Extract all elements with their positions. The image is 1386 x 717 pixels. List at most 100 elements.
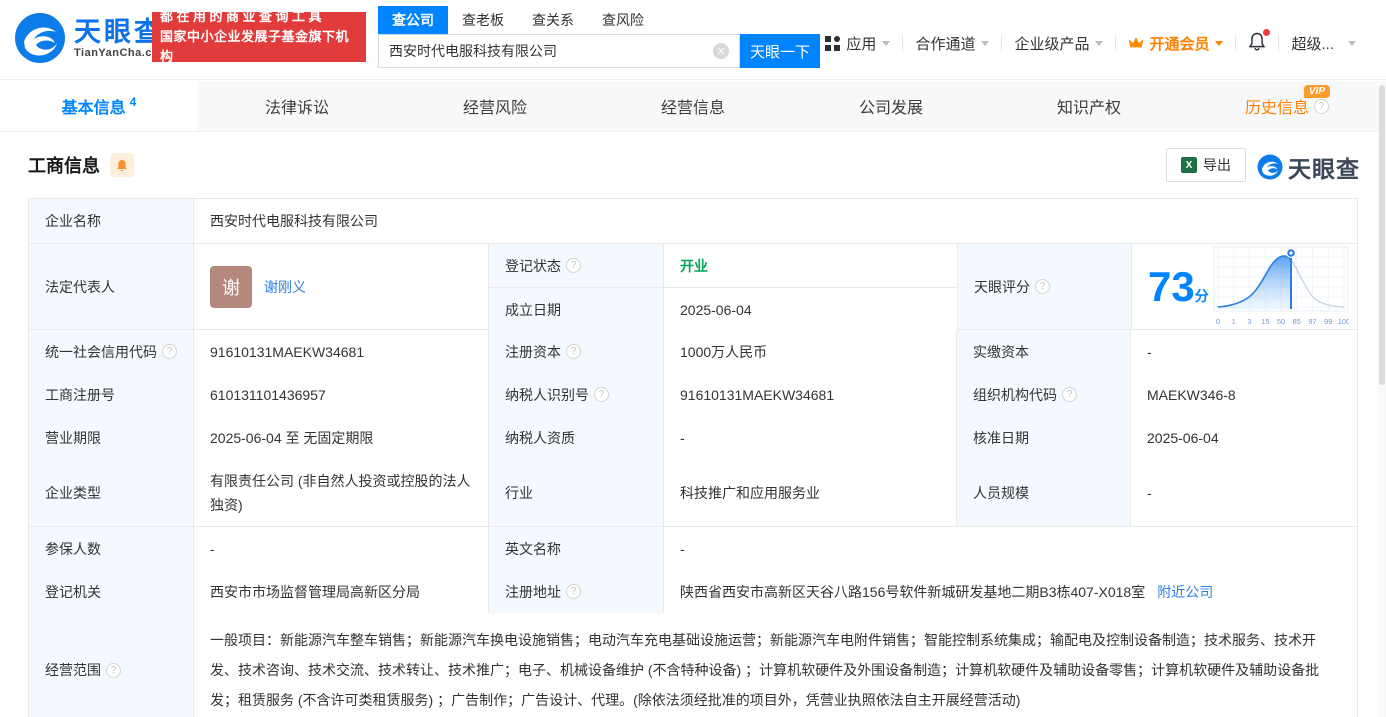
table-row: 经营范围 ? 一般项目：新能源汽车整车销售；新能源汽车换电设施销售；电动汽车充电… bbox=[29, 613, 1357, 717]
reg-address-value: 陕西省西安市高新区天谷八路156号软件新城研发基地二期B3栋407-X018室 … bbox=[664, 570, 1357, 613]
tianyancha-page: 天眼查 TianYanCha.com 都在用的商业查询工具 国家中小企业发展子基… bbox=[0, 0, 1386, 717]
tab-business-info[interactable]: 经营信息 bbox=[594, 81, 792, 131]
help-icon[interactable]: ? bbox=[1035, 279, 1050, 294]
section-header: 工商信息 X 导出 天眼查 bbox=[0, 132, 1386, 198]
credit-code-value: 91610131MAEKW34681 bbox=[194, 330, 489, 373]
reg-authority-value: 西安市市场监督管理局高新区分局 bbox=[194, 570, 489, 613]
nav-apps[interactable]: 应用 bbox=[813, 33, 902, 54]
help-icon[interactable]: ? bbox=[566, 344, 581, 359]
score-label: 天眼评分 ? bbox=[958, 244, 1132, 329]
business-info-table: 企业名称 西安时代电服科技有限公司 法定代表人 谢 谢刚义 登记状态 ? 开业 … bbox=[28, 198, 1358, 717]
nav-vip-label: 开通会员 bbox=[1149, 35, 1210, 53]
table-row: 登记机关 西安市市场监督管理局高新区分局 注册地址 ? 陕西省西安市高新区天谷八… bbox=[29, 570, 1357, 613]
taxpayer-id-label: 纳税人识别号 ? bbox=[489, 373, 664, 416]
help-icon[interactable]: ? bbox=[566, 584, 581, 599]
table-row: 法定代表人 谢 谢刚义 登记状态 ? 开业 成立日期 2025-06-04 天眼… bbox=[29, 244, 1357, 331]
table-row: 统一社会信用代码 ? 91610131MAEKW34681 注册资本 ? 100… bbox=[29, 330, 1357, 373]
search-tab-boss[interactable]: 查老板 bbox=[448, 6, 518, 34]
export-label: 导出 bbox=[1203, 157, 1231, 173]
vip-badge: VIP bbox=[1303, 85, 1330, 98]
table-row: 登记状态 ? 开业 bbox=[489, 244, 957, 288]
excel-icon: X bbox=[1181, 157, 1197, 173]
tab-count-badge: 4 bbox=[129, 95, 137, 109]
taxpayer-quality-value: - bbox=[664, 416, 957, 459]
industry-value: 科技推广和应用服务业 bbox=[664, 459, 957, 526]
tab-basic-info[interactable]: 基本信息 4 bbox=[0, 81, 198, 131]
tab-business-risk[interactable]: 经营风险 bbox=[396, 81, 594, 131]
nav-partner[interactable]: 合作通道 bbox=[903, 33, 1001, 54]
tab-intellectual-property[interactable]: 知识产权 bbox=[990, 81, 1188, 131]
tab-label: 经营信息 bbox=[660, 100, 725, 117]
industry-label: 行业 bbox=[489, 459, 664, 526]
svg-text:1: 1 bbox=[1232, 317, 1236, 326]
label-text: 登记状态 bbox=[505, 257, 561, 274]
help-icon[interactable]: ? bbox=[162, 344, 177, 359]
nav-vip-upgrade[interactable]: 开通会员 bbox=[1116, 33, 1235, 54]
export-button[interactable]: X 导出 bbox=[1166, 148, 1246, 182]
search-box: ✕ 天眼一下 bbox=[378, 34, 820, 68]
top-nav: 应用 合作通道 企业级产品 开通会员 超级... bbox=[813, 26, 1368, 60]
notification-bell-icon[interactable] bbox=[1236, 29, 1278, 54]
company-type-label: 企业类型 bbox=[29, 459, 194, 526]
monitor-bell-icon[interactable] bbox=[110, 153, 134, 177]
nearby-companies-link[interactable]: 附近公司 bbox=[1157, 582, 1213, 602]
paid-capital-value: - bbox=[1131, 330, 1357, 373]
label-text: 天眼评分 bbox=[974, 278, 1030, 295]
credit-code-label: 统一社会信用代码 ? bbox=[29, 330, 194, 373]
table-row: 参保人数 - 英文名称 - bbox=[29, 527, 1357, 570]
table-row: 成立日期 2025-06-04 bbox=[489, 288, 957, 331]
scrollbar-thumb[interactable] bbox=[1379, 85, 1385, 385]
search-input-wrap: ✕ bbox=[378, 34, 740, 68]
search-tab-relation[interactable]: 查关系 bbox=[518, 6, 588, 34]
search-tabs: 查公司 查老板 查关系 查风险 bbox=[378, 6, 820, 34]
tianyancha-logo[interactable]: 天眼查 TianYanCha.com bbox=[14, 12, 169, 64]
help-icon[interactable]: ? bbox=[1314, 98, 1329, 114]
slogan-line1: 都在用的商业查询工具 bbox=[160, 9, 326, 24]
nav-super-vip[interactable]: 超级... bbox=[1279, 33, 1368, 54]
search-tab-company[interactable]: 查公司 bbox=[378, 6, 448, 34]
help-icon[interactable]: ? bbox=[106, 662, 121, 678]
score-distribution-chart[interactable]: 0 1 3 15 50 85 97 99 100 bbox=[1213, 245, 1349, 329]
chevron-down-icon bbox=[1095, 40, 1104, 46]
detail-tabs: 基本信息 4 法律诉讼 经营风险 经营信息 公司发展 知识产权 VIP 历史信息… bbox=[0, 81, 1386, 132]
tab-legal-lawsuits[interactable]: 法律诉讼 bbox=[198, 81, 396, 131]
search-input[interactable] bbox=[389, 43, 713, 59]
reg-capital-value: 1000万人民币 bbox=[664, 330, 957, 373]
legal-rep-label: 法定代表人 bbox=[29, 244, 194, 329]
reg-capital-label: 注册资本 ? bbox=[489, 330, 664, 373]
reg-authority-label: 登记机关 bbox=[29, 570, 194, 613]
tab-label: 公司发展 bbox=[858, 100, 923, 117]
taxpayer-quality-label: 纳税人资质 bbox=[489, 416, 664, 459]
nav-enterprise[interactable]: 企业级产品 bbox=[1002, 33, 1115, 54]
svg-text:100: 100 bbox=[1338, 317, 1349, 326]
help-icon[interactable]: ? bbox=[1062, 387, 1077, 402]
svg-text:0: 0 bbox=[1216, 317, 1220, 326]
taxpayer-id-value: 91610131MAEKW34681 bbox=[664, 373, 957, 416]
clear-search-icon[interactable]: ✕ bbox=[713, 43, 729, 59]
scrollbar[interactable] bbox=[1378, 81, 1386, 717]
table-row: 工商注册号 610131101436957 纳税人识别号 ? 91610131M… bbox=[29, 373, 1357, 416]
svg-text:85: 85 bbox=[1293, 317, 1301, 326]
search-area: 查公司 查老板 查关系 查风险 ✕ 天眼一下 bbox=[378, 6, 820, 68]
tab-history-info[interactable]: VIP 历史信息 ? bbox=[1188, 81, 1386, 131]
label-text: 组织机构代码 bbox=[973, 386, 1057, 403]
business-term-label: 营业期限 bbox=[29, 416, 194, 459]
tab-label: 基本信息 bbox=[61, 100, 126, 117]
slogan-line2: 国家中小企业发展子基金旗下机构 bbox=[160, 29, 350, 64]
legal-rep-link[interactable]: 谢刚义 bbox=[264, 277, 306, 297]
search-tab-risk[interactable]: 查风险 bbox=[588, 6, 658, 34]
chevron-down-icon bbox=[882, 40, 891, 46]
avatar[interactable]: 谢 bbox=[210, 265, 252, 308]
tab-label: 经营风险 bbox=[462, 100, 527, 117]
tab-company-development[interactable]: 公司发展 bbox=[792, 81, 990, 131]
reg-number-label: 工商注册号 bbox=[29, 373, 194, 416]
help-icon[interactable]: ? bbox=[566, 258, 581, 273]
help-icon[interactable]: ? bbox=[594, 387, 609, 402]
svg-text:97: 97 bbox=[1308, 317, 1316, 326]
logo-swirl-icon bbox=[15, 13, 65, 63]
label-text: 经营范围 bbox=[45, 662, 101, 678]
tab-label: 历史信息 bbox=[1244, 100, 1309, 117]
nav-enterprise-label: 企业级产品 bbox=[1014, 35, 1090, 53]
search-button[interactable]: 天眼一下 bbox=[740, 34, 820, 68]
label-text: 注册资本 bbox=[505, 343, 561, 360]
